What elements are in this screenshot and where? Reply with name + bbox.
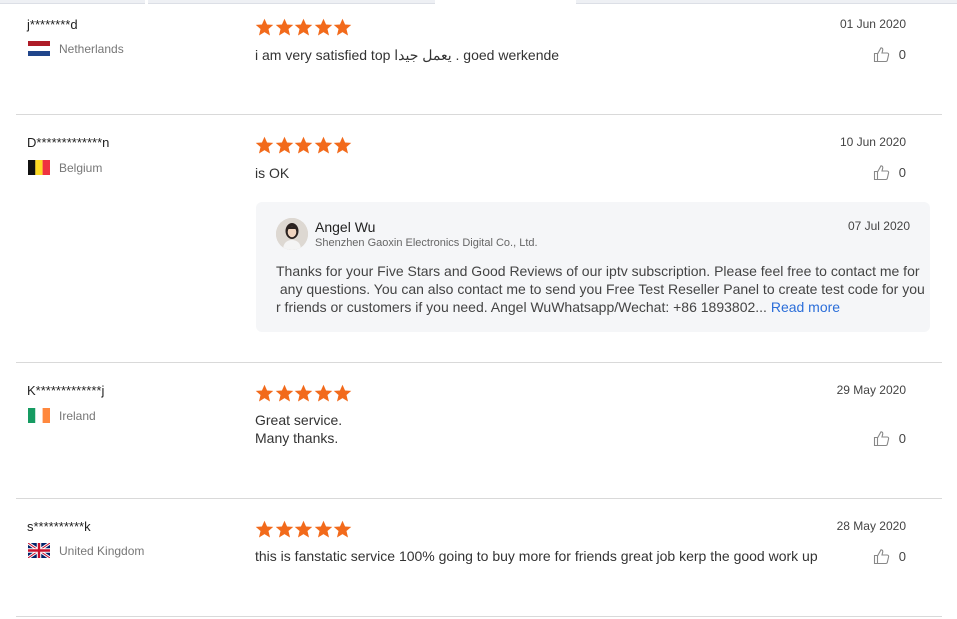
review-date: 10 Jun 2020 <box>839 135 906 149</box>
star-icon <box>255 136 274 154</box>
star-icon <box>294 18 313 36</box>
reply-line: any questions. You can also contact me t… <box>276 281 925 297</box>
review-text-line: Great service. <box>255 412 343 428</box>
country-name: Netherlands <box>59 41 124 56</box>
ireland-flag-icon <box>28 408 50 423</box>
review-item: D*************n Belgium is OK 10 Jun 202… <box>16 115 942 363</box>
review-item: j********d Netherlands i am very satisfi… <box>16 0 942 115</box>
like-count: 0 <box>898 165 906 180</box>
star-icon <box>314 520 333 538</box>
review-date: 28 May 2020 <box>836 519 906 533</box>
review-item: K*************j Ireland Great service. M… <box>16 363 942 499</box>
star-rating <box>255 384 353 403</box>
united-kingdom-flag-icon <box>28 543 50 558</box>
reviewer-country: Ireland <box>28 408 96 423</box>
review-text: this is fanstatic service 100% going to … <box>255 548 818 564</box>
like-button[interactable]: 0 <box>873 430 906 447</box>
star-icon <box>275 384 293 402</box>
star-icon <box>314 136 333 154</box>
reviewer-name: D*************n <box>27 135 110 150</box>
thumbs-up-icon <box>873 431 889 447</box>
review-date: 29 May 2020 <box>836 383 906 397</box>
star-icon <box>334 520 352 538</box>
reviewer-country: Belgium <box>28 160 102 175</box>
star-icon <box>294 384 313 402</box>
star-icon <box>334 18 352 36</box>
review-text-line: Many thanks. <box>255 430 339 446</box>
reviewer-name: j********d <box>27 17 78 32</box>
star-icon <box>255 520 274 538</box>
star-icon <box>334 384 352 402</box>
reply-line: Thanks for your Five Stars and Good Revi… <box>276 263 920 279</box>
country-name: Ireland <box>59 408 96 423</box>
belgium-flag-icon <box>28 160 50 175</box>
thumbs-up-icon <box>873 549 889 565</box>
seller-company: Shenzhen Gaoxin Electronics Digital Co.,… <box>315 237 538 249</box>
review-text: i am very satisfied top يعمل جيدا . goed… <box>255 47 560 63</box>
star-icon <box>255 384 274 402</box>
star-rating <box>255 18 353 37</box>
star-rating <box>255 520 353 539</box>
seller-name: Angel Wu <box>315 219 376 235</box>
reviewer-name: K*************j <box>27 383 105 398</box>
star-icon <box>314 18 333 36</box>
thumbs-up-icon <box>873 47 889 63</box>
like-count: 0 <box>898 47 906 62</box>
like-count: 0 <box>898 431 906 446</box>
star-icon <box>275 136 293 154</box>
review-item: s**********k United Kingdom this is fans… <box>16 499 942 617</box>
star-icon <box>294 136 313 154</box>
reviewer-name: s**********k <box>27 519 91 534</box>
star-icon <box>255 18 274 36</box>
review-date: 01 Jun 2020 <box>839 17 906 31</box>
country-name: United Kingdom <box>59 543 145 558</box>
star-rating <box>255 136 353 155</box>
seller-reply: Angel Wu Shenzhen Gaoxin Electronics Dig… <box>256 202 930 332</box>
star-icon <box>275 520 293 538</box>
reviewer-country: Netherlands <box>28 41 124 56</box>
star-icon <box>314 384 333 402</box>
review-text: Great service. Many thanks. <box>255 411 342 447</box>
star-icon <box>294 520 313 538</box>
reply-text: Thanks for your Five Stars and Good Revi… <box>276 262 925 316</box>
review-text: is OK <box>255 165 290 181</box>
netherlands-flag-icon <box>28 41 50 56</box>
like-button[interactable]: 0 <box>873 548 906 565</box>
seller-avatar <box>276 218 308 250</box>
reviewer-country: United Kingdom <box>28 543 144 558</box>
thumbs-up-icon <box>873 165 889 181</box>
star-icon <box>275 18 293 36</box>
reply-line: r friends or customers if you need. Ange… <box>276 299 767 315</box>
star-icon <box>334 136 352 154</box>
like-button[interactable]: 0 <box>873 46 906 63</box>
read-more-link[interactable]: Read more <box>771 299 840 315</box>
country-name: Belgium <box>59 160 103 175</box>
like-button[interactable]: 0 <box>873 164 906 181</box>
like-count: 0 <box>898 549 906 564</box>
reply-date: 07 Jul 2020 <box>847 219 910 233</box>
